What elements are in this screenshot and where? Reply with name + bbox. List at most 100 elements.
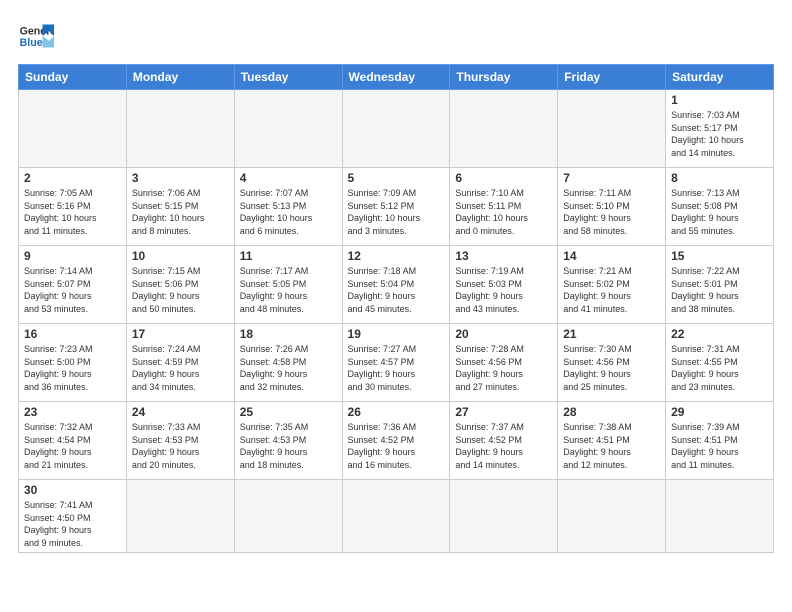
calendar-week-1: 1Sunrise: 7:03 AM Sunset: 5:17 PM Daylig… [19, 90, 774, 168]
weekday-header-friday: Friday [558, 65, 666, 90]
calendar-cell: 26 Sunrise: 7:36 AM Sunset: 4:52 PM Dayli… [342, 402, 450, 480]
calendar-cell: 14 Sunrise: 7:21 AM Sunset: 5:02 PM Dayli… [558, 246, 666, 324]
calendar-cell [450, 90, 558, 168]
day-info: Sunrise: 7:07 AM Sunset: 5:13 PM Dayligh… [240, 187, 337, 237]
day-number: 27 [455, 405, 552, 419]
calendar-cell: 6 Sunrise: 7:10 AM Sunset: 5:11 PM Daylig… [450, 168, 558, 246]
svg-text:Blue: Blue [20, 37, 43, 49]
day-number: 15 [671, 249, 768, 263]
day-number: 9 [24, 249, 121, 263]
day-info: Sunrise: 7:26 AM Sunset: 4:58 PM Dayligh… [240, 343, 337, 393]
calendar-cell: 22 Sunrise: 7:31 AM Sunset: 4:55 PM Dayli… [666, 324, 774, 402]
day-info: Sunrise: 7:19 AM Sunset: 5:03 PM Dayligh… [455, 265, 552, 315]
day-info: Sunrise: 7:24 AM Sunset: 4:59 PM Dayligh… [132, 343, 229, 393]
weekday-header-saturday: Saturday [666, 65, 774, 90]
day-number: 19 [348, 327, 445, 341]
day-number: 24 [132, 405, 229, 419]
calendar-cell [19, 90, 127, 168]
calendar-cell [666, 480, 774, 553]
calendar-week-5: 23 Sunrise: 7:32 AM Sunset: 4:54 PM Dayli… [19, 402, 774, 480]
day-number: 22 [671, 327, 768, 341]
calendar-cell: 15 Sunrise: 7:22 AM Sunset: 5:01 PM Dayli… [666, 246, 774, 324]
calendar-cell [126, 90, 234, 168]
day-number: 6 [455, 171, 552, 185]
calendar-cell: 23 Sunrise: 7:32 AM Sunset: 4:54 PM Dayli… [19, 402, 127, 480]
day-info: Sunrise: 7:41 AM Sunset: 4:50 PM Dayligh… [24, 499, 121, 549]
weekday-header-wednesday: Wednesday [342, 65, 450, 90]
calendar-week-4: 16 Sunrise: 7:23 AM Sunset: 5:00 PM Dayli… [19, 324, 774, 402]
day-info: Sunrise: 7:39 AM Sunset: 4:51 PM Dayligh… [671, 421, 768, 471]
calendar-cell: 4 Sunrise: 7:07 AM Sunset: 5:13 PM Daylig… [234, 168, 342, 246]
day-number: 2 [24, 171, 121, 185]
day-number: 30 [24, 483, 121, 497]
day-info: Sunrise: 7:09 AM Sunset: 5:12 PM Dayligh… [348, 187, 445, 237]
calendar-cell: 13 Sunrise: 7:19 AM Sunset: 5:03 PM Dayli… [450, 246, 558, 324]
calendar-week-6: 30 Sunrise: 7:41 AM Sunset: 4:50 PM Dayli… [19, 480, 774, 553]
day-info: Sunrise: 7:38 AM Sunset: 4:51 PM Dayligh… [563, 421, 660, 471]
calendar-cell: 27 Sunrise: 7:37 AM Sunset: 4:52 PM Dayli… [450, 402, 558, 480]
day-number: 14 [563, 249, 660, 263]
calendar-cell: 7Sunrise: 7:11 AM Sunset: 5:10 PM Daylig… [558, 168, 666, 246]
calendar-cell [558, 480, 666, 553]
day-number: 7 [563, 171, 660, 185]
calendar-cell [234, 480, 342, 553]
day-info: Sunrise: 7:05 AM Sunset: 5:16 PM Dayligh… [24, 187, 121, 237]
calendar-cell: 17Sunrise: 7:24 AM Sunset: 4:59 PM Dayli… [126, 324, 234, 402]
header: General Blue [18, 18, 774, 54]
day-info: Sunrise: 7:22 AM Sunset: 5:01 PM Dayligh… [671, 265, 768, 315]
weekday-header-monday: Monday [126, 65, 234, 90]
calendar-cell: 30 Sunrise: 7:41 AM Sunset: 4:50 PM Dayli… [19, 480, 127, 553]
calendar-week-3: 9 Sunrise: 7:14 AM Sunset: 5:07 PM Daylig… [19, 246, 774, 324]
day-info: Sunrise: 7:06 AM Sunset: 5:15 PM Dayligh… [132, 187, 229, 237]
logo: General Blue [18, 18, 54, 54]
day-info: Sunrise: 7:27 AM Sunset: 4:57 PM Dayligh… [348, 343, 445, 393]
day-number: 13 [455, 249, 552, 263]
day-info: Sunrise: 7:33 AM Sunset: 4:53 PM Dayligh… [132, 421, 229, 471]
weekday-header-thursday: Thursday [450, 65, 558, 90]
day-number: 23 [24, 405, 121, 419]
day-number: 4 [240, 171, 337, 185]
calendar-cell: 3 Sunrise: 7:06 AM Sunset: 5:15 PM Daylig… [126, 168, 234, 246]
calendar-cell: 20Sunrise: 7:28 AM Sunset: 4:56 PM Dayli… [450, 324, 558, 402]
calendar-cell: 18 Sunrise: 7:26 AM Sunset: 4:58 PM Dayli… [234, 324, 342, 402]
calendar: SundayMondayTuesdayWednesdayThursdayFrid… [18, 64, 774, 553]
calendar-header: SundayMondayTuesdayWednesdayThursdayFrid… [19, 65, 774, 90]
day-info: Sunrise: 7:15 AM Sunset: 5:06 PM Dayligh… [132, 265, 229, 315]
calendar-cell: 24 Sunrise: 7:33 AM Sunset: 4:53 PM Dayli… [126, 402, 234, 480]
day-info: Sunrise: 7:18 AM Sunset: 5:04 PM Dayligh… [348, 265, 445, 315]
calendar-cell: 11 Sunrise: 7:17 AM Sunset: 5:05 PM Dayli… [234, 246, 342, 324]
day-info: Sunrise: 7:17 AM Sunset: 5:05 PM Dayligh… [240, 265, 337, 315]
day-number: 28 [563, 405, 660, 419]
calendar-cell: 5Sunrise: 7:09 AM Sunset: 5:12 PM Daylig… [342, 168, 450, 246]
calendar-cell [126, 480, 234, 553]
day-number: 3 [132, 171, 229, 185]
weekday-header-sunday: Sunday [19, 65, 127, 90]
day-number: 26 [348, 405, 445, 419]
day-info: Sunrise: 7:30 AM Sunset: 4:56 PM Dayligh… [563, 343, 660, 393]
day-number: 10 [132, 249, 229, 263]
day-info: Sunrise: 7:13 AM Sunset: 5:08 PM Dayligh… [671, 187, 768, 237]
day-info: Sunrise: 7:14 AM Sunset: 5:07 PM Dayligh… [24, 265, 121, 315]
day-number: 18 [240, 327, 337, 341]
day-info: Sunrise: 7:21 AM Sunset: 5:02 PM Dayligh… [563, 265, 660, 315]
day-number: 11 [240, 249, 337, 263]
calendar-cell [450, 480, 558, 553]
weekday-header-tuesday: Tuesday [234, 65, 342, 90]
calendar-cell: 25Sunrise: 7:35 AM Sunset: 4:53 PM Dayli… [234, 402, 342, 480]
day-info: Sunrise: 7:10 AM Sunset: 5:11 PM Dayligh… [455, 187, 552, 237]
calendar-cell: 28 Sunrise: 7:38 AM Sunset: 4:51 PM Dayli… [558, 402, 666, 480]
calendar-cell: 21Sunrise: 7:30 AM Sunset: 4:56 PM Dayli… [558, 324, 666, 402]
day-number: 16 [24, 327, 121, 341]
weekday-row: SundayMondayTuesdayWednesdayThursdayFrid… [19, 65, 774, 90]
day-info: Sunrise: 7:23 AM Sunset: 5:00 PM Dayligh… [24, 343, 121, 393]
day-info: Sunrise: 7:31 AM Sunset: 4:55 PM Dayligh… [671, 343, 768, 393]
calendar-cell: 9 Sunrise: 7:14 AM Sunset: 5:07 PM Daylig… [19, 246, 127, 324]
day-number: 8 [671, 171, 768, 185]
day-number: 12 [348, 249, 445, 263]
page: General Blue SundayMondayTuesdayWednesda… [0, 0, 792, 563]
day-info: Sunrise: 7:36 AM Sunset: 4:52 PM Dayligh… [348, 421, 445, 471]
calendar-cell: 1Sunrise: 7:03 AM Sunset: 5:17 PM Daylig… [666, 90, 774, 168]
day-info: Sunrise: 7:37 AM Sunset: 4:52 PM Dayligh… [455, 421, 552, 471]
day-info: Sunrise: 7:28 AM Sunset: 4:56 PM Dayligh… [455, 343, 552, 393]
day-info: Sunrise: 7:32 AM Sunset: 4:54 PM Dayligh… [24, 421, 121, 471]
